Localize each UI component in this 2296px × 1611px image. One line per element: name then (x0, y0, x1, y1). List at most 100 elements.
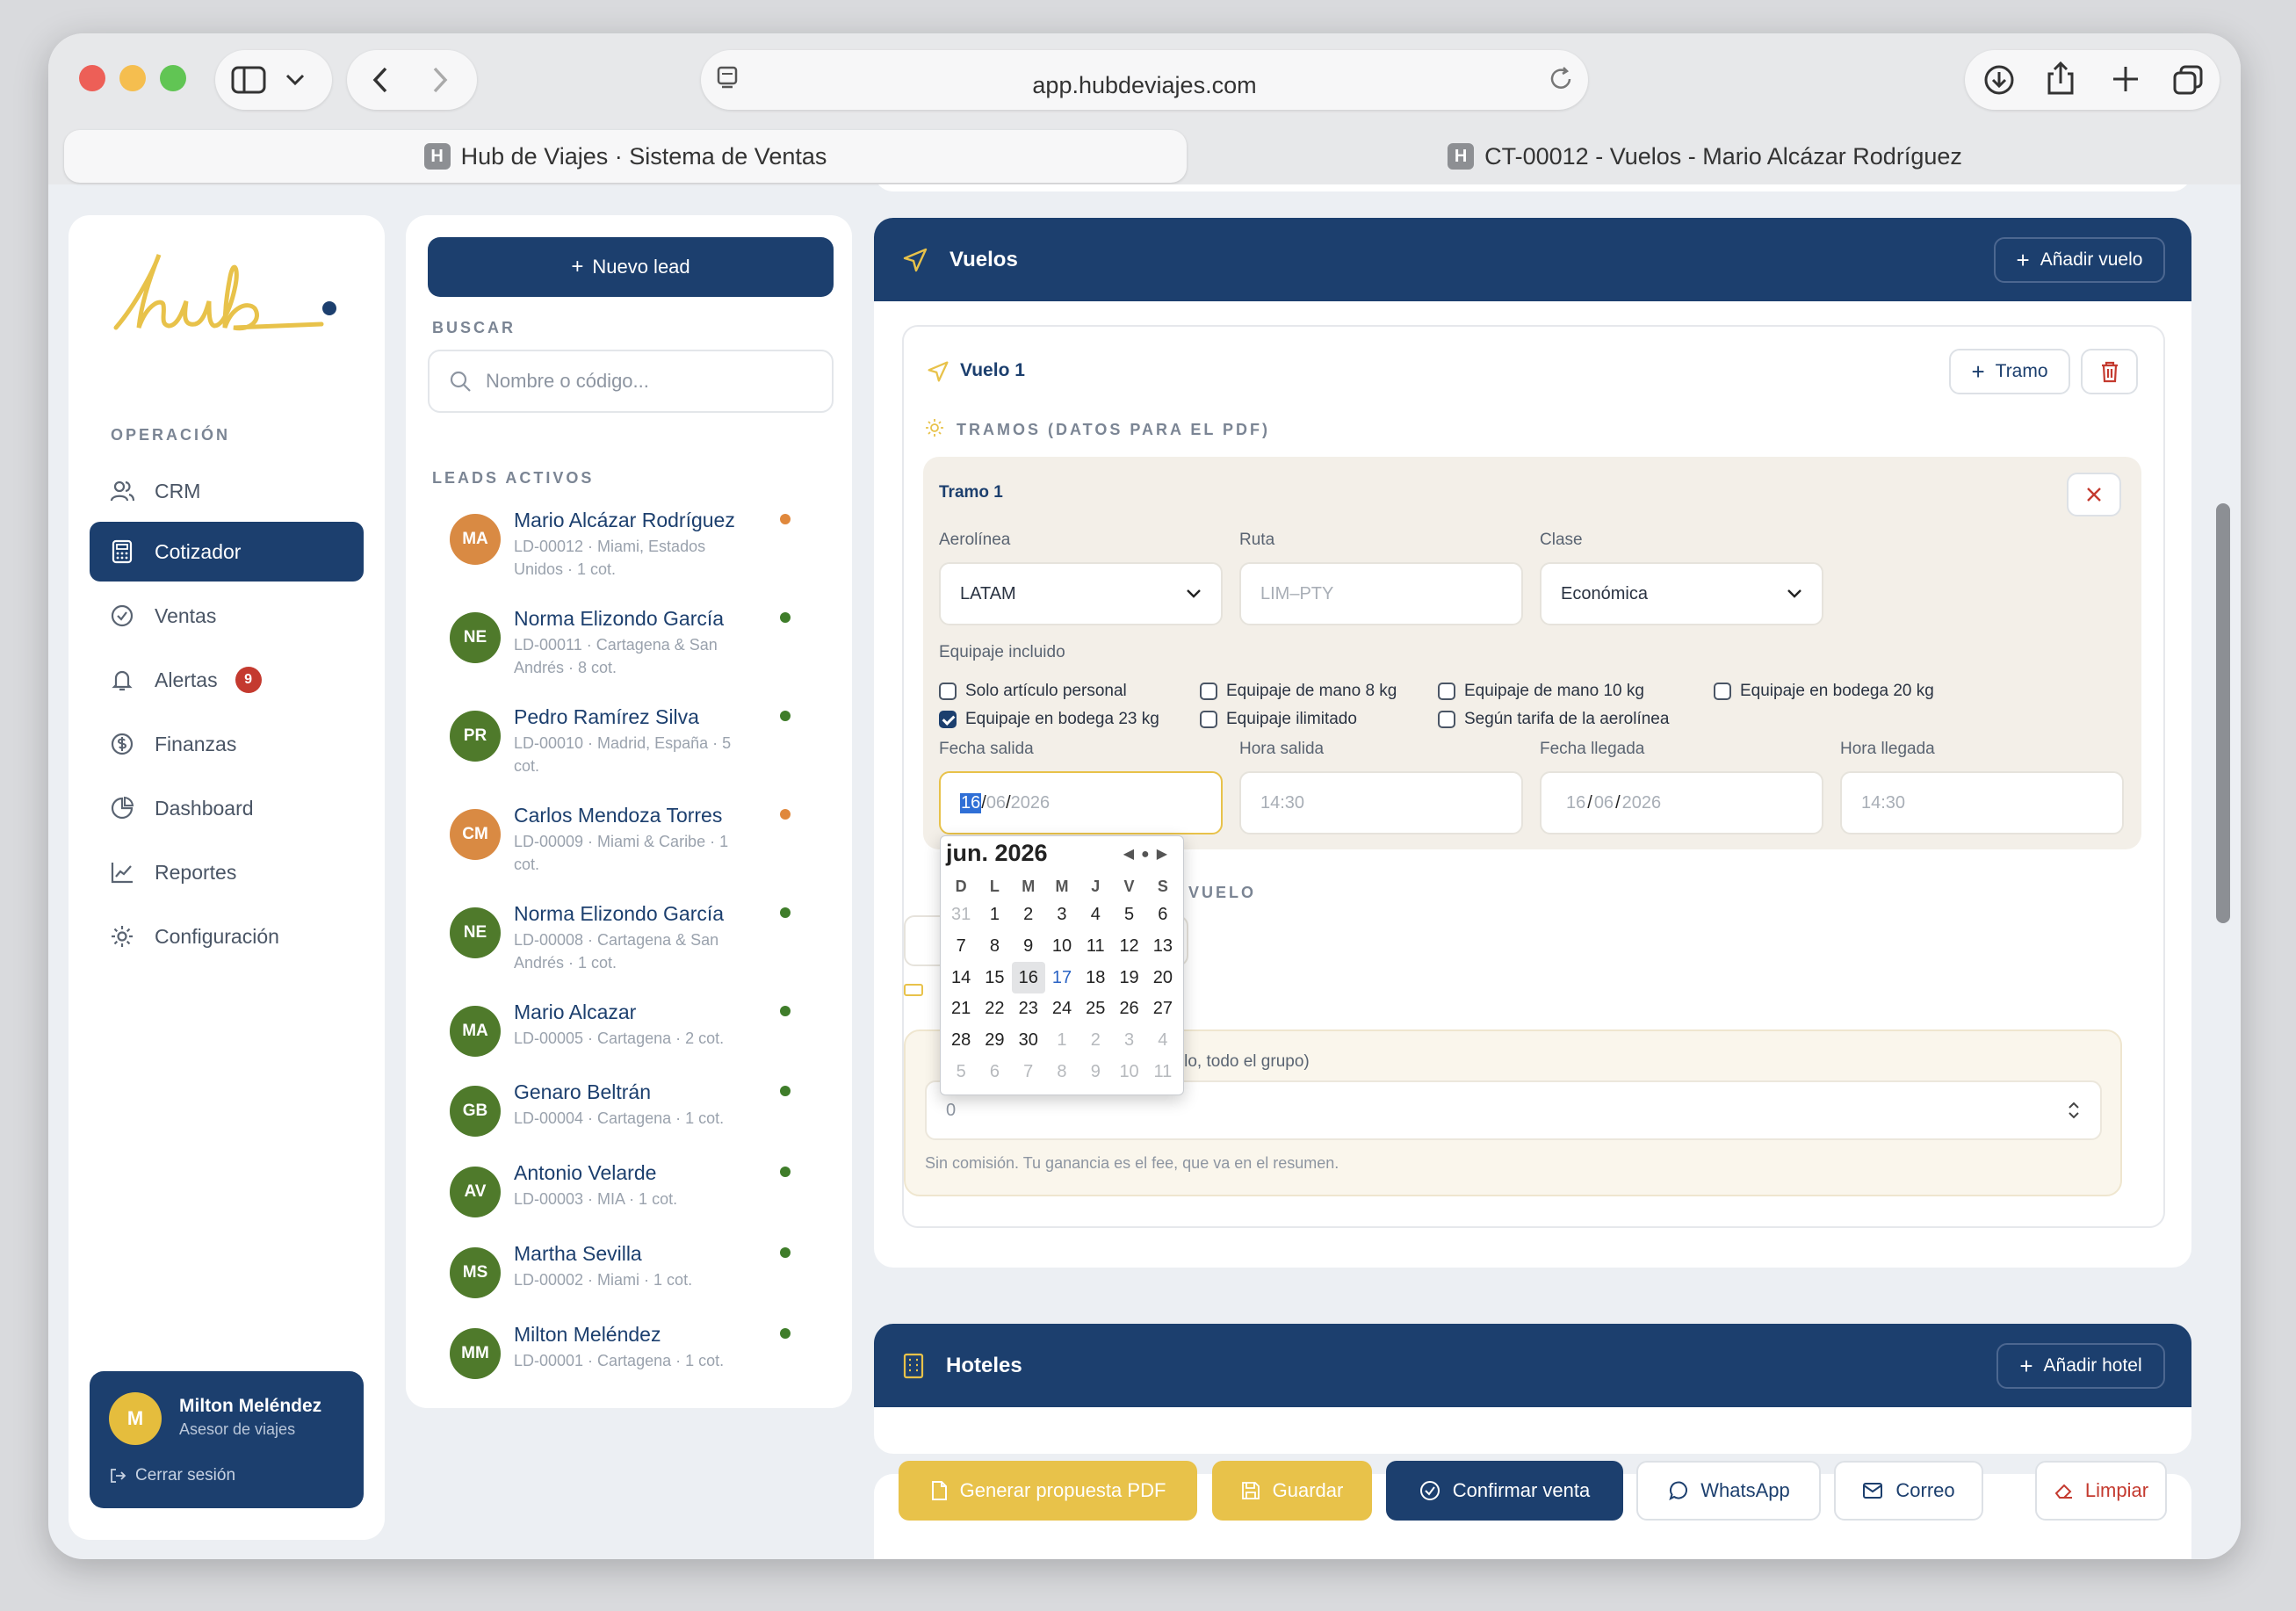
calendar-day[interactable]: 14 (944, 962, 978, 993)
checkbox[interactable] (1438, 683, 1455, 700)
calendar-day[interactable]: 23 (1012, 993, 1045, 1025)
calendar-day[interactable]: 12 (1112, 931, 1145, 963)
calendar-day[interactable]: 5 (1112, 899, 1145, 931)
calendar-day[interactable]: 26 (1112, 993, 1145, 1025)
download-icon[interactable] (1983, 64, 2015, 96)
email-button[interactable]: Correo (1834, 1461, 1983, 1521)
confirm-sale-button[interactable]: Confirmar venta (1386, 1461, 1623, 1521)
calendar-day[interactable]: 15 (978, 962, 1011, 993)
calendar-day[interactable]: 19 (1112, 962, 1145, 993)
equipaje-checkbox[interactable]: Equipaje de mano 8 kg (1200, 682, 1397, 701)
close-window-button[interactable] (79, 65, 105, 91)
whatsapp-button[interactable]: WhatsApp (1636, 1461, 1821, 1521)
delete-flight-button[interactable] (2081, 349, 2138, 394)
equipaje-checkbox[interactable]: Equipaje en bodega 20 kg (1714, 682, 1934, 701)
calendar-day[interactable]: 6 (978, 1056, 1011, 1087)
equipaje-checkbox[interactable]: Equipaje en bodega 23 kg (939, 710, 1159, 729)
calendar-day[interactable]: 24 (1045, 993, 1079, 1025)
equipaje-checkbox[interactable]: Solo artículo personal (939, 682, 1127, 701)
sidebar-item-cotizador[interactable]: Cotizador (90, 522, 364, 582)
calendar-day[interactable]: 21 (944, 993, 978, 1025)
hora-llegada-input[interactable]: 14:30 (1840, 771, 2124, 834)
generate-pdf-button[interactable]: Generar propuesta PDF (899, 1461, 1197, 1521)
checkbox[interactable] (1200, 711, 1217, 728)
checkbox[interactable] (1200, 683, 1217, 700)
sidebar-item-ventas[interactable]: Ventas (90, 586, 364, 646)
search-input[interactable]: Nombre o código... (428, 350, 834, 413)
calendar-day[interactable]: 6 (1146, 899, 1180, 931)
sidebar-item-dashboard[interactable]: Dashboard (90, 778, 364, 838)
calendar-day[interactable]: 9 (1012, 931, 1045, 963)
maximize-window-button[interactable] (160, 65, 186, 91)
new-tab-icon[interactable] (2111, 64, 2141, 94)
scrollbar-thumb[interactable] (2216, 503, 2230, 923)
clase-select[interactable]: Económica (1540, 562, 1823, 625)
add-flight-button[interactable]: + Añadir vuelo (1994, 237, 2165, 283)
add-tramo-button[interactable]: + Tramo (1949, 349, 2070, 394)
hora-salida-input[interactable]: 14:30 (1239, 771, 1523, 834)
next-month-icon[interactable]: ▶ (1157, 847, 1174, 862)
sidebar-item-configuracion[interactable]: Configuración (90, 907, 364, 966)
tab-hub-de-viajes[interactable]: H Hub de Viajes · Sistema de Ventas (64, 130, 1187, 183)
aerolinea-select[interactable]: LATAM (939, 562, 1223, 625)
sidebar-item-reportes[interactable]: Reportes (90, 842, 364, 902)
back-icon[interactable] (372, 66, 389, 94)
logout-button[interactable]: Cerrar sesión (109, 1466, 235, 1485)
sidebar-item-finanzas[interactable]: Finanzas (90, 714, 364, 774)
equipaje-checkbox[interactable]: Según tarifa de la aerolínea (1438, 710, 1669, 729)
calendar-day[interactable]: 25 (1079, 993, 1112, 1025)
checkbox[interactable] (1438, 711, 1455, 728)
calendar-day[interactable]: 13 (1146, 931, 1180, 963)
calendar-day[interactable]: 28 (944, 1025, 978, 1057)
calendar-day[interactable]: 2 (1079, 1025, 1112, 1057)
calendar-day[interactable]: 8 (978, 931, 1011, 963)
save-button[interactable]: Guardar (1212, 1461, 1372, 1521)
today-dot-icon[interactable]: ● (1141, 847, 1157, 862)
tab-cotizacion[interactable]: H CT-00012 - Vuelos - Mario Alcázar Rodr… (1187, 130, 2223, 183)
tabs-overview-icon[interactable] (2172, 64, 2204, 96)
calendar-day[interactable]: 31 (944, 899, 978, 931)
remove-tramo-button[interactable] (2067, 473, 2121, 517)
calendar-day[interactable]: 1 (978, 899, 1011, 931)
sidebar-item-crm[interactable]: CRM (90, 461, 364, 521)
calendar-day[interactable]: 2 (1012, 899, 1045, 931)
calendar-day[interactable]: 29 (978, 1025, 1011, 1057)
add-hotel-button[interactable]: + Añadir hotel (1996, 1343, 2165, 1389)
fecha-salida-input[interactable]: 16/06/2026 (939, 771, 1223, 834)
sidebar-item-alertas[interactable]: Alertas 9 (90, 650, 364, 710)
share-icon[interactable] (2046, 61, 2076, 96)
fecha-llegada-input[interactable]: 16/06/2026 (1540, 771, 1823, 834)
ruta-input[interactable]: LIM–PTY (1239, 562, 1523, 625)
checkbox[interactable] (939, 683, 957, 700)
calendar-day[interactable]: 22 (978, 993, 1011, 1025)
calendar-day[interactable]: 7 (944, 931, 978, 963)
calendar-day[interactable]: 1 (1045, 1025, 1079, 1057)
calendar-day[interactable]: 10 (1045, 931, 1079, 963)
forward-icon[interactable] (431, 66, 449, 94)
prev-month-icon[interactable]: ◀ (1123, 847, 1141, 862)
address-bar[interactable]: app.hubdeviajes.com (701, 50, 1588, 110)
new-lead-button[interactable]: + Nuevo lead (428, 237, 834, 297)
equipaje-checkbox[interactable]: Equipaje de mano 10 kg (1438, 682, 1644, 701)
reload-icon[interactable] (1548, 66, 1574, 92)
sidebar-icon[interactable] (231, 66, 266, 94)
calendar-day[interactable]: 3 (1112, 1025, 1145, 1057)
calendar-day[interactable]: 17 (1045, 962, 1079, 993)
calendar-day[interactable]: 4 (1079, 899, 1112, 931)
calendar-day[interactable]: 30 (1012, 1025, 1045, 1057)
minimize-window-button[interactable] (119, 65, 146, 91)
stepper-icon[interactable] (2067, 1100, 2081, 1121)
calendar-day[interactable]: 11 (1146, 1056, 1180, 1087)
checkbox[interactable] (1714, 683, 1731, 700)
checkbox-checked[interactable] (939, 711, 957, 728)
calendar-day[interactable]: 8 (1045, 1056, 1079, 1087)
chevron-down-icon[interactable] (285, 74, 305, 86)
equipaje-checkbox[interactable]: Equipaje ilimitado (1200, 710, 1357, 729)
calendar-day[interactable]: 20 (1146, 962, 1180, 993)
calendar-day[interactable]: 4 (1146, 1025, 1180, 1057)
calendar-day[interactable]: 9 (1079, 1056, 1112, 1087)
sidebar-toggle-group[interactable] (215, 50, 332, 110)
calendar-day[interactable]: 11 (1079, 931, 1112, 963)
calendar-day[interactable]: 18 (1079, 962, 1112, 993)
calendar-day[interactable]: 5 (944, 1056, 978, 1087)
